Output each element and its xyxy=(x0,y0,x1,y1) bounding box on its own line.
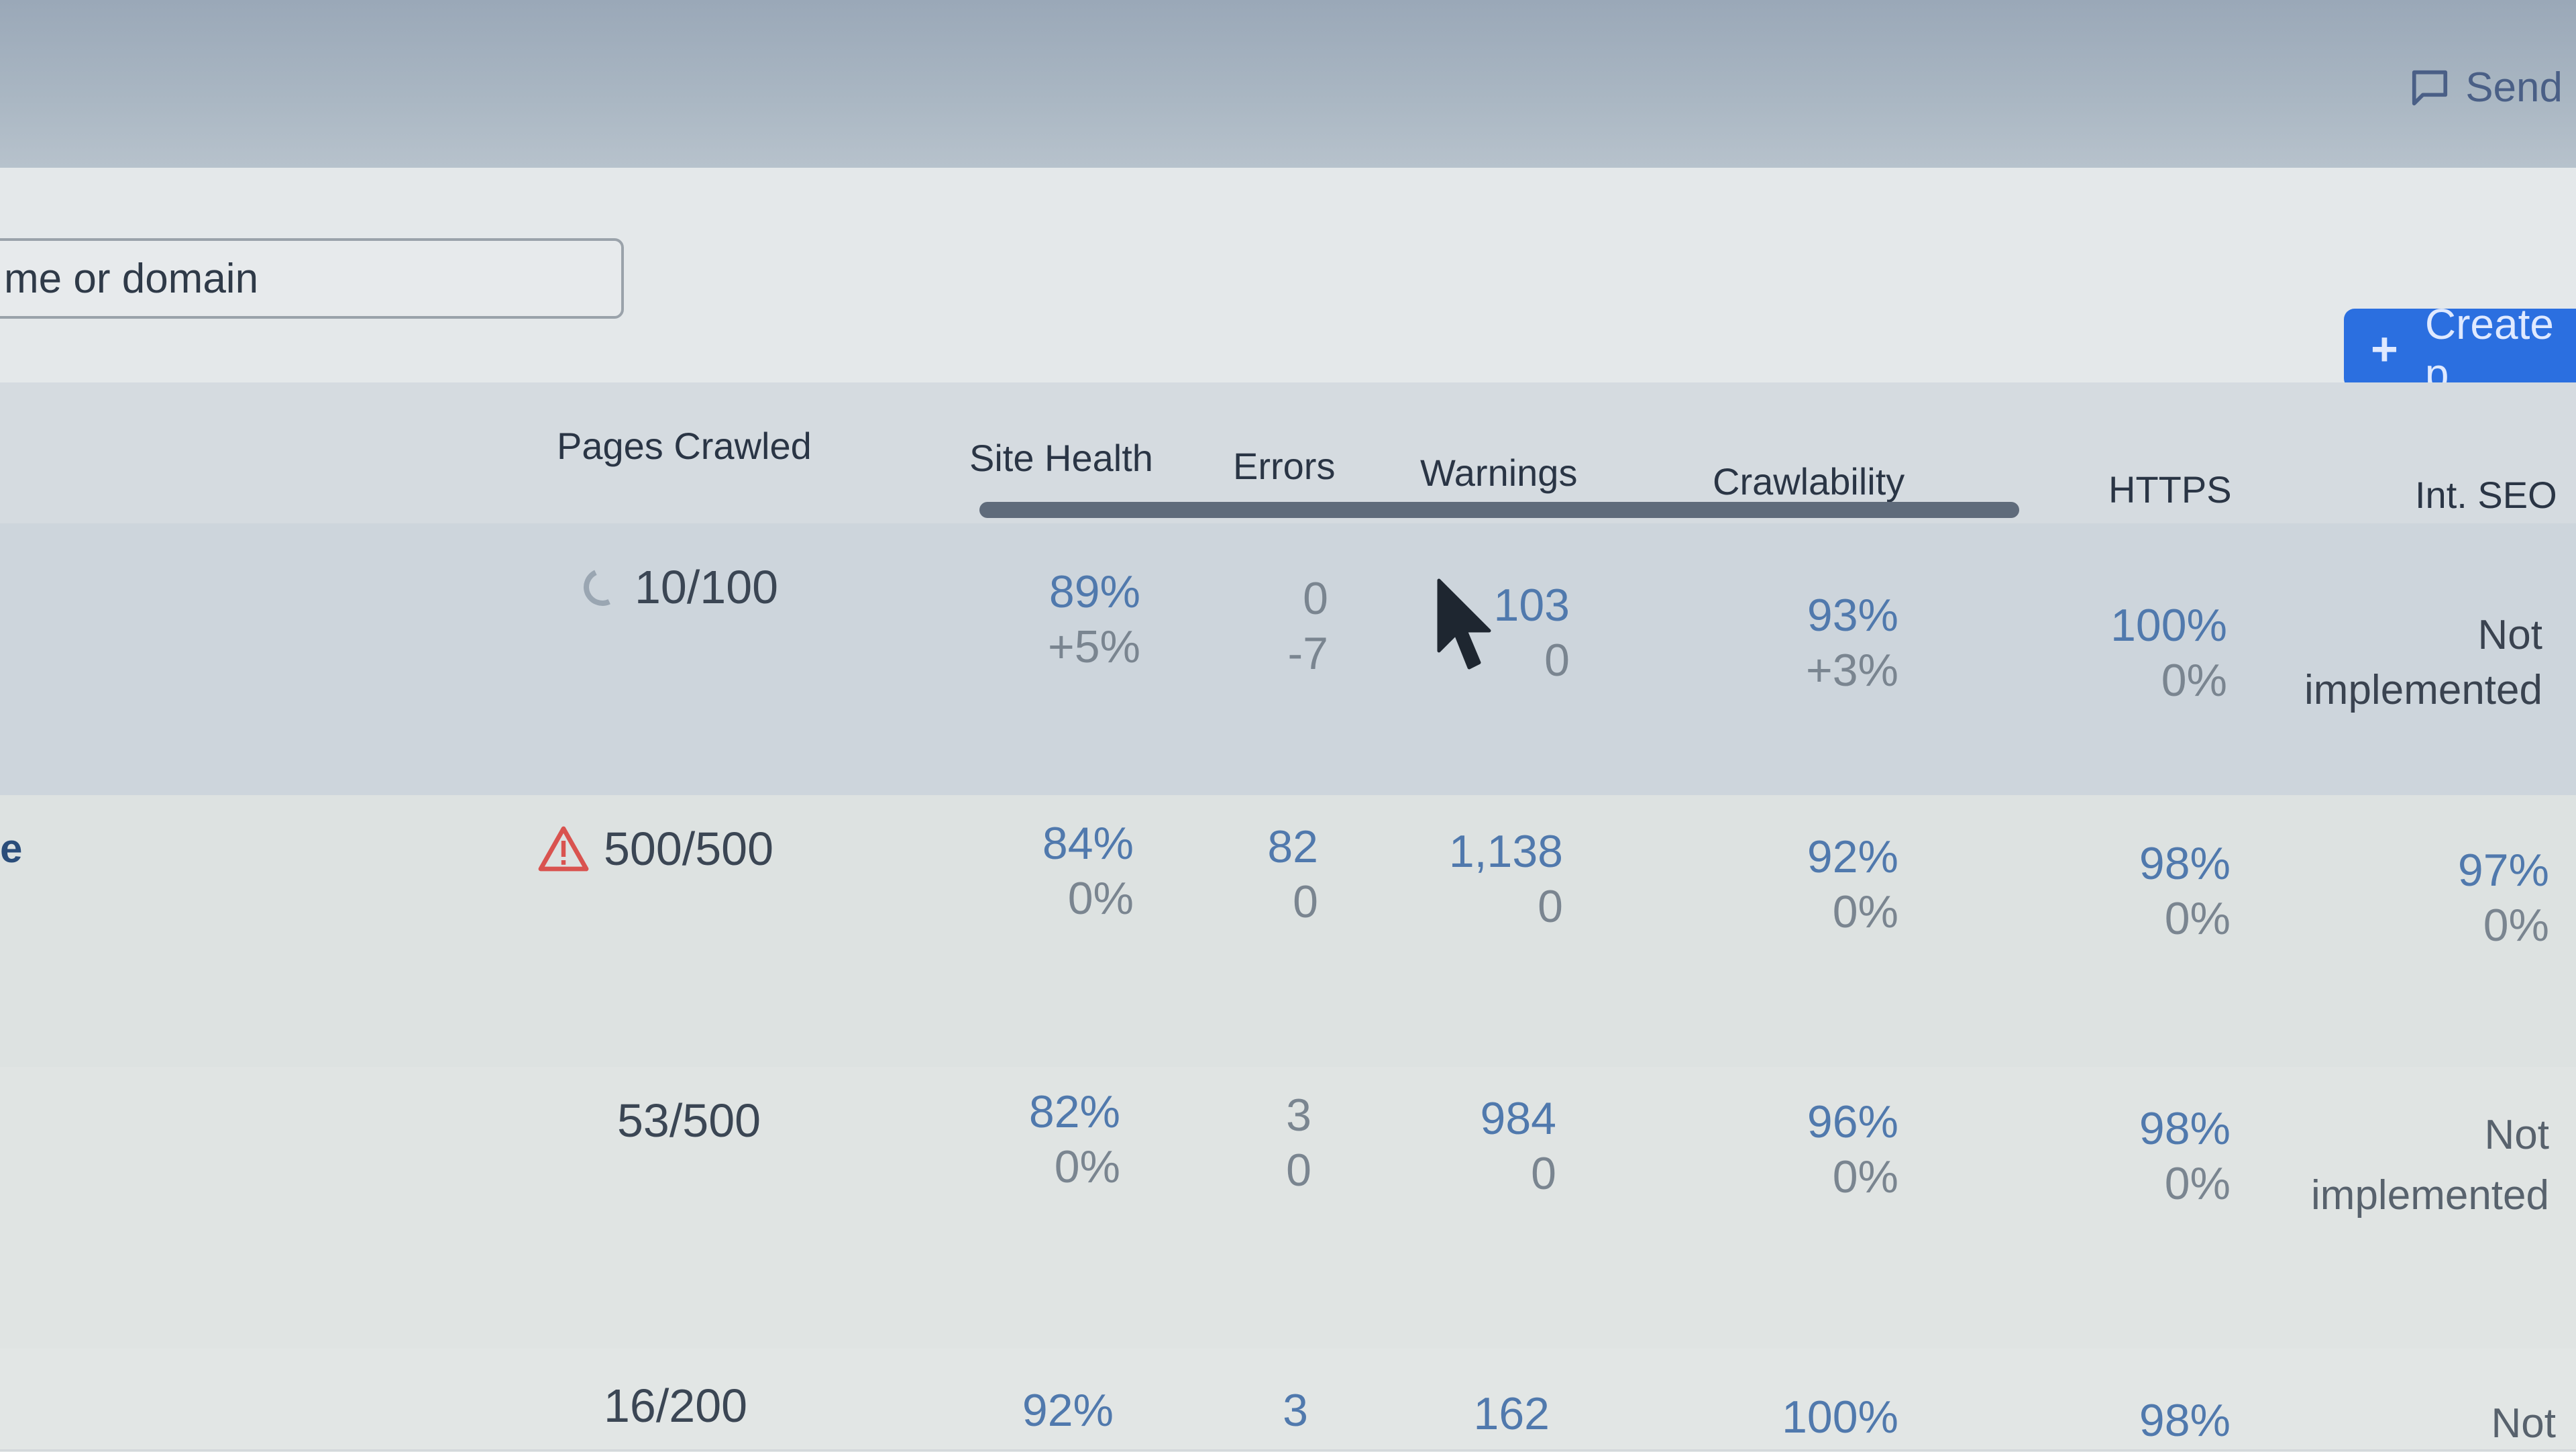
int-seo-value: Not xyxy=(2491,1400,2556,1447)
warnings-value[interactable]: 162 xyxy=(1348,1386,1550,1442)
pages-crawled-cell: 53/500 xyxy=(617,1094,761,1147)
https-value[interactable]: 100% xyxy=(2026,597,2227,654)
feedback-label: Send xyxy=(2465,64,2563,111)
errors-delta: -7 xyxy=(1287,628,1328,679)
crawlability-value[interactable]: 100% xyxy=(1697,1389,1898,1445)
site-health-value[interactable]: 92% xyxy=(912,1382,1114,1439)
warnings-delta: 0 xyxy=(1538,881,1563,932)
site-health-delta: +5% xyxy=(1048,621,1140,672)
crawlability-delta: 0% xyxy=(1832,886,1898,937)
int-seo-status: implemented xyxy=(2304,667,2542,713)
search-field[interactable] xyxy=(0,238,624,319)
warnings-delta: 0 xyxy=(1531,1148,1556,1199)
site-health-value[interactable]: 84% xyxy=(932,815,1134,872)
mouse-cursor-icon xyxy=(1437,578,1491,670)
col-https[interactable]: HTTPS xyxy=(2108,468,2232,511)
create-project-button[interactable]: + Create p xyxy=(2344,300,2576,398)
plus-icon: + xyxy=(2371,323,2398,375)
send-feedback-button[interactable]: Send xyxy=(2409,64,2563,111)
col-crawlability[interactable]: Crawlability xyxy=(1713,460,1904,503)
table-header: Pages Crawled Site Health Errors Warning… xyxy=(0,382,2576,525)
col-warnings[interactable]: Warnings xyxy=(1420,451,1577,495)
site-health-value[interactable]: 89% xyxy=(939,564,1140,620)
pages-crawled-cell: 500/500 xyxy=(537,822,773,876)
int-seo-value: Not xyxy=(2484,1112,2549,1158)
table-row[interactable]: 16/200 92% 3 162 100% 98% Not xyxy=(0,1349,2576,1451)
crawlability-delta: 0% xyxy=(1832,1151,1898,1202)
https-value[interactable]: 98% xyxy=(2029,1100,2231,1157)
warnings-value[interactable]: 984 xyxy=(1355,1090,1556,1147)
warnings-value[interactable]: 1,138 xyxy=(1362,823,1563,880)
crawlability-value[interactable]: 92% xyxy=(1697,829,1898,885)
https-delta: 0% xyxy=(2161,655,2227,706)
col-pages-crawled[interactable]: Pages Crawled xyxy=(557,424,812,468)
table-row[interactable]: 10/100 89% +5% 0 -7 103 0 93% +3% 100% 0… xyxy=(0,523,2576,797)
toolbar: + Create p xyxy=(0,168,2576,398)
table-row[interactable]: e 500/500 84% 0% 82 0 1,138 0 92% 0% 98%… xyxy=(0,795,2576,1069)
https-delta: 0% xyxy=(2164,893,2231,944)
crawlability-value[interactable]: 96% xyxy=(1697,1094,1898,1150)
errors-value[interactable]: 0 xyxy=(1194,570,1328,627)
errors-value[interactable]: 3 xyxy=(1177,1087,1311,1143)
errors-delta: 0 xyxy=(1286,1145,1311,1196)
top-bar: Send xyxy=(0,0,2576,168)
site-health-delta: 0% xyxy=(1067,873,1134,924)
pages-crawled-cell: 10/100 xyxy=(578,560,778,614)
errors-value[interactable]: 3 xyxy=(1174,1382,1308,1439)
errors-value[interactable]: 82 xyxy=(1184,819,1318,875)
warning-triangle-icon xyxy=(538,826,589,872)
col-int-seo[interactable]: Int. SEO xyxy=(2415,473,2557,517)
crawlability-value[interactable]: 93% xyxy=(1697,587,1898,643)
int-seo-delta: 0% xyxy=(2483,900,2549,951)
column-group-indicator xyxy=(979,502,2019,518)
col-errors[interactable]: Errors xyxy=(1233,444,1335,488)
site-health-delta: 0% xyxy=(1054,1141,1120,1192)
message-icon xyxy=(2412,70,2448,105)
spinner-icon xyxy=(578,563,627,611)
https-value[interactable]: 98% xyxy=(2029,1392,2231,1449)
pages-crawled-cell: 16/200 xyxy=(604,1380,748,1432)
int-seo-value: Not xyxy=(2477,612,2542,658)
https-value[interactable]: 98% xyxy=(2029,835,2231,892)
projects-table: Pages Crawled Site Health Errors Warning… xyxy=(0,382,2576,1451)
https-delta: 0% xyxy=(2164,1158,2231,1209)
errors-delta: 0 xyxy=(1293,876,1318,927)
int-seo-status: implemented xyxy=(2311,1172,2549,1218)
search-input[interactable] xyxy=(3,254,596,303)
crawlability-delta: +3% xyxy=(1806,645,1898,696)
col-site-health[interactable]: Site Health xyxy=(969,436,1153,480)
int-seo-value[interactable]: 97% xyxy=(2334,842,2549,898)
site-health-value[interactable]: 82% xyxy=(919,1084,1120,1140)
project-name[interactable]: e xyxy=(0,825,22,872)
table-row[interactable]: 53/500 82% 0% 3 0 984 0 96% 0% 98% 0% No… xyxy=(0,1067,2576,1351)
